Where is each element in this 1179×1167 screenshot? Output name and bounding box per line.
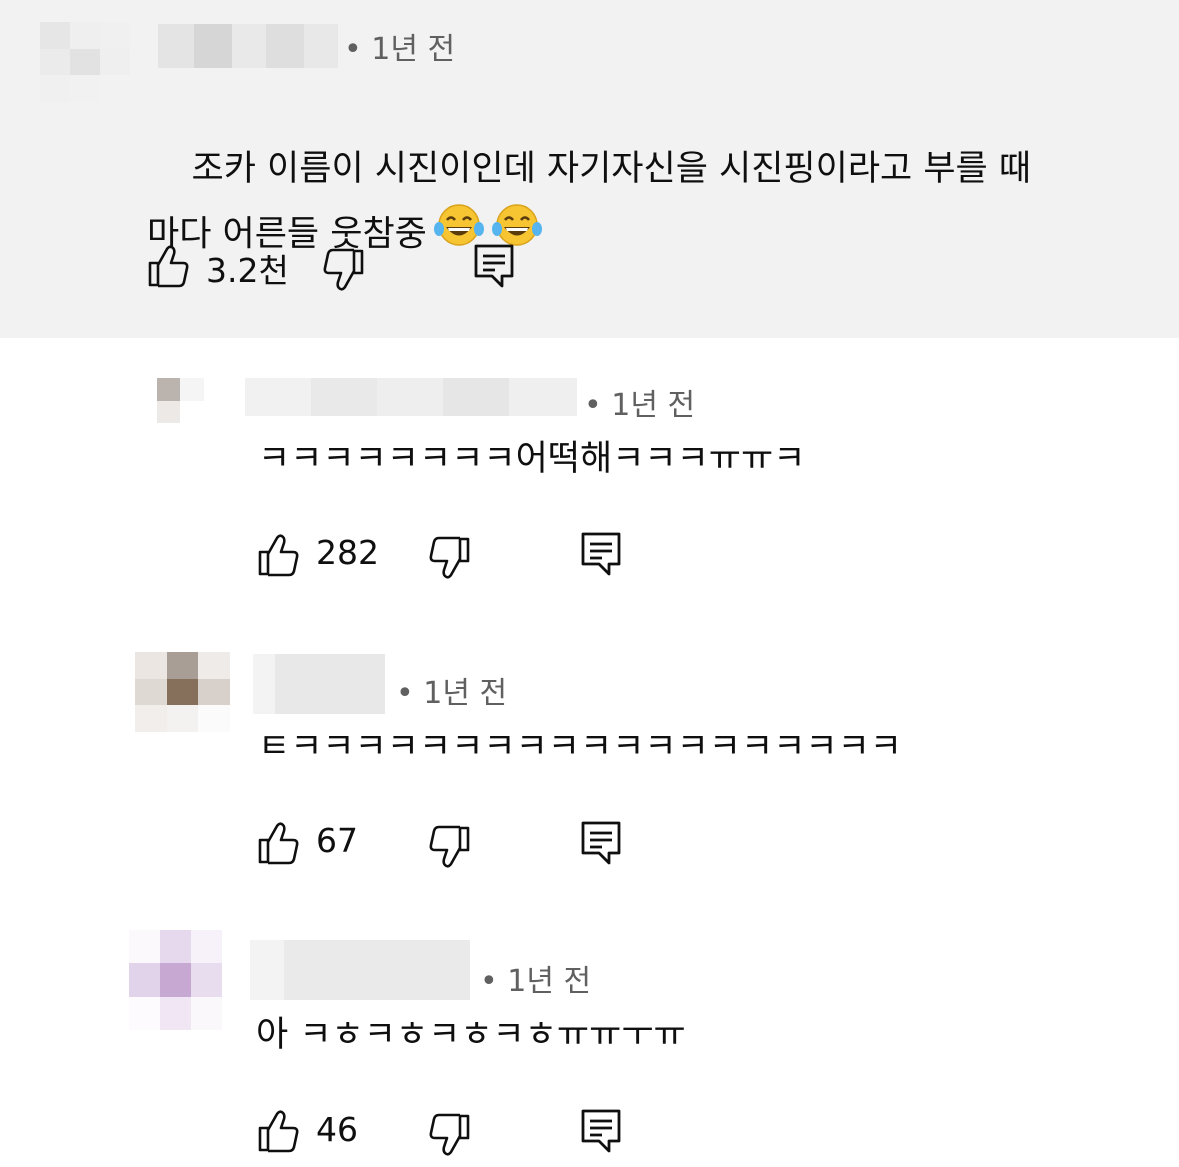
username-blurred[interactable] <box>245 378 577 416</box>
comment-reply-1: • 1년 전 ㅋㅋㅋㅋㅋㅋㅋㅋ어떡해ㅋㅋㅋㅠㅠㅋ 282 <box>0 338 1179 628</box>
like-count: 3.2천 <box>206 251 289 290</box>
comment-reply-3: • 1년 전 아 ㅋㅎㅋㅎㅋㅎㅋㅎㅠㅠㅜㅠ 46 <box>0 918 1179 1167</box>
thumbs-down-icon[interactable] <box>426 824 472 874</box>
comment-text: ㅋㅋㅋㅋㅋㅋㅋㅋ어떡해ㅋㅋㅋㅠㅠㅋ <box>258 439 806 479</box>
avatar[interactable] <box>40 22 130 102</box>
comment-1: • 1년 전 조카 이름이 시진이인데 자기자신을 시진핑이라고 부를 때 마다 … <box>0 0 1179 338</box>
comment-text: 조카 이름이 시진이인데 자기자신을 시진핑이라고 부를 때 마다 어른들 웃참중 <box>147 75 1031 333</box>
like-count: 67 <box>316 821 358 860</box>
avatar[interactable] <box>129 930 222 1030</box>
like-count: 46 <box>316 1110 358 1149</box>
comment-text: ㅌㅋㅋㅋㅋㅋㅋㅋㅋㅋㅋㅋㅋㅋㅋㅋㅋㅋㅋㅋ <box>258 727 903 767</box>
comment-timestamp: • 1년 전 <box>584 388 696 423</box>
thumbs-down-icon[interactable] <box>426 1112 472 1162</box>
reply-icon[interactable] <box>579 1107 623 1159</box>
comment-timestamp: • 1년 전 <box>396 676 508 711</box>
thumbs-up-icon[interactable] <box>256 532 302 582</box>
avatar[interactable] <box>157 378 227 446</box>
reply-icon[interactable] <box>579 530 623 582</box>
thumbs-down-icon[interactable] <box>320 247 366 297</box>
comment-text: 아 ㅋㅎㅋㅎㅋㅎㅋㅎㅠㅠㅜㅠ <box>256 1015 686 1055</box>
comment-timestamp: • 1년 전 <box>344 32 456 67</box>
thumbs-down-icon[interactable] <box>426 535 472 585</box>
thumbs-up-icon[interactable] <box>256 1108 302 1158</box>
thumbs-up-icon[interactable] <box>256 820 302 870</box>
comment-reply-2: • 1년 전 ㅌㅋㅋㅋㅋㅋㅋㅋㅋㅋㅋㅋㅋㅋㅋㅋㅋㅋㅋㅋ 67 <box>0 628 1179 918</box>
avatar[interactable] <box>135 652 230 732</box>
reply-icon[interactable] <box>579 819 623 871</box>
reply-icon[interactable] <box>472 242 516 294</box>
comment-text-line-1: 조카 이름이 시진이인데 자기자신을 시진핑이라고 부를 때 <box>191 149 1032 189</box>
username-blurred[interactable] <box>253 654 385 714</box>
like-count: 282 <box>316 533 379 572</box>
comment-timestamp: • 1년 전 <box>480 964 592 999</box>
username-blurred[interactable] <box>158 24 338 68</box>
username-blurred[interactable] <box>250 940 470 1000</box>
thumbs-up-icon[interactable] <box>146 243 192 293</box>
